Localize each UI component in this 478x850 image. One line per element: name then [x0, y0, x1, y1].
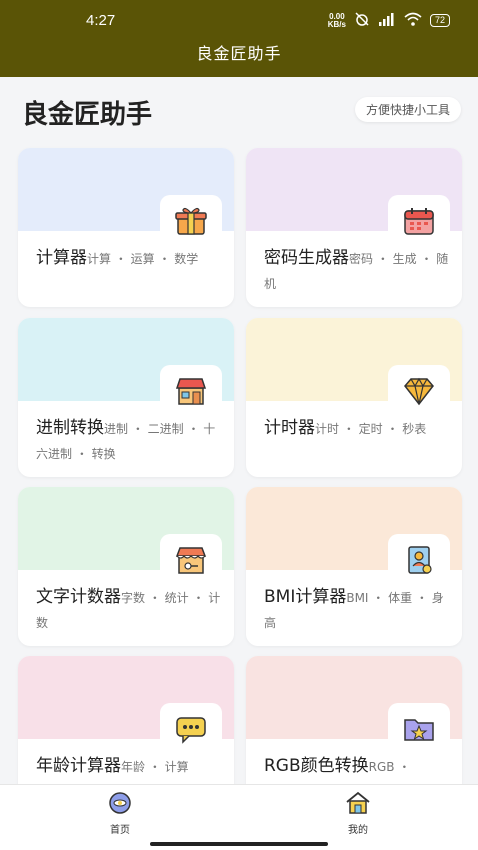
card-title: 年龄计算器 — [36, 756, 121, 776]
card-title: RGB颜色转换 — [264, 756, 369, 776]
card-title: 进制转换 — [36, 418, 104, 438]
card-title: BMI计算器 — [264, 587, 347, 607]
alarm-off-icon — [354, 12, 370, 29]
home-orb-icon — [107, 792, 133, 819]
star-folder-icon — [388, 703, 450, 755]
status-time: 4:27 — [86, 12, 116, 29]
card-title: 密码生成器 — [264, 248, 349, 268]
card-text: 年龄计算器年龄 ・ 计算 — [36, 754, 222, 779]
home-indicator — [150, 842, 328, 846]
card-text: RGB颜色转换RGB ・ — [264, 754, 450, 779]
store-icon — [160, 534, 222, 586]
nav-tab-home[interactable]: 首页 — [90, 791, 150, 836]
card-title: 计时器 — [264, 418, 315, 438]
net-speed: 0.00 KB/s — [327, 12, 346, 29]
tool-card-password-generator[interactable]: 密码生成器密码 ・ 生成 ・ 随机 — [246, 148, 462, 307]
wifi-icon — [404, 12, 422, 29]
shop-icon — [160, 365, 222, 417]
status-bar: 4:27 0.00 KB/s 72 — [0, 0, 478, 40]
card-tags: 年龄 ・ 计算 — [121, 760, 189, 774]
card-text: 密码生成器密码 ・ 生成 ・ 随机 — [264, 246, 450, 296]
card-tags: 计算 ・ 运算 ・ 数学 — [87, 252, 199, 266]
card-text: BMI计算器BMI ・ 体重 ・ 身高 — [264, 585, 450, 635]
id-card-icon — [388, 534, 450, 586]
calendar-icon — [388, 195, 450, 247]
bottom-nav: 首页 我的 — [0, 784, 478, 850]
tagline-chip: 方便快捷小工具 — [354, 97, 461, 122]
card-tags: 计时 ・ 定时 ・ 秒表 — [315, 422, 427, 436]
tool-card-word-counter[interactable]: 文字计数器字数 ・ 统计 ・ 计数 — [18, 487, 234, 646]
tool-card-base-converter[interactable]: 进制转换进制 ・ 二进制 ・ 十六进制 ・ 转换 — [18, 318, 234, 477]
diamond-icon — [388, 365, 450, 417]
status-icons: 0.00 KB/s 72 — [328, 12, 450, 29]
card-tags: RGB ・ — [368, 760, 411, 774]
card-title: 文字计数器 — [36, 587, 121, 607]
card-text: 计算器计算 ・ 运算 ・ 数学 — [36, 246, 222, 271]
gift-box-icon — [160, 195, 222, 247]
nav-tab-mine[interactable]: 我的 — [328, 791, 388, 836]
nav-label-mine: 我的 — [348, 825, 368, 836]
card-text: 计时器计时 ・ 定时 ・ 秒表 — [264, 416, 450, 441]
card-text: 进制转换进制 ・ 二进制 ・ 十六进制 ・ 转换 — [36, 416, 222, 466]
net-speed-unit: KB/s — [327, 19, 346, 29]
tool-card-calculator[interactable]: 计算器计算 ・ 运算 ・ 数学 — [18, 148, 234, 307]
nav-label-home: 首页 — [110, 825, 130, 836]
page-title: 良金匠助手 — [22, 100, 153, 130]
battery-icon: 72 — [429, 14, 450, 27]
card-title: 计算器 — [36, 248, 87, 268]
tool-card-timer[interactable]: 计时器计时 ・ 定时 ・ 秒表 — [246, 318, 462, 477]
card-text: 文字计数器字数 ・ 统计 ・ 计数 — [36, 585, 222, 635]
signal-icon — [378, 12, 396, 29]
app-bar: 良金匠助手 — [0, 40, 478, 77]
chat-bubble-icon — [160, 703, 222, 755]
app-title: 良金匠助手 — [196, 44, 282, 63]
tool-card-bmi-calculator[interactable]: BMI计算器BMI ・ 体重 ・ 身高 — [246, 487, 462, 646]
house-icon — [345, 791, 371, 819]
